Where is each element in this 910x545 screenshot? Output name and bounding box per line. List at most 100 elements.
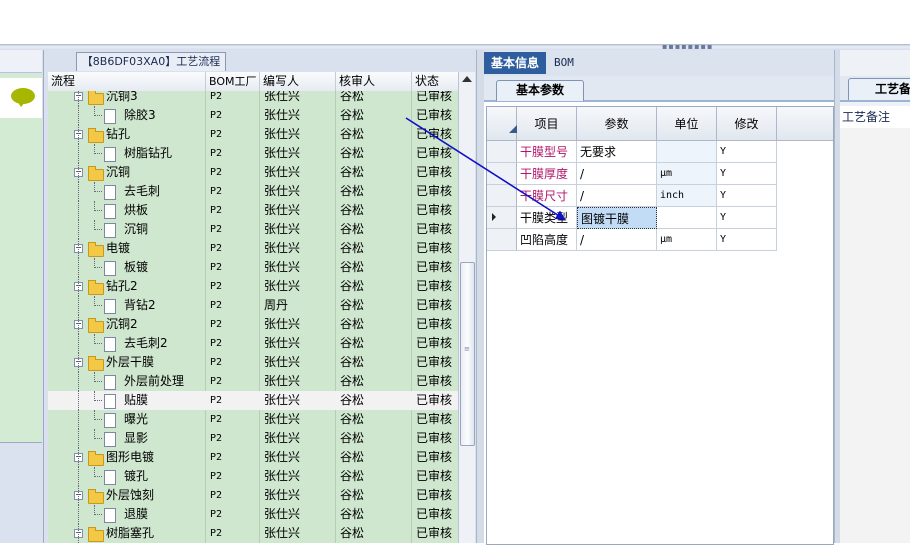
grid-row[interactable]: 干膜型号 无要求 Y: [487, 141, 833, 163]
tree-row[interactable]: 树脂钻孔 P2 张仕兴 谷松 已审核: [48, 144, 458, 163]
tree-node[interactable]: 镀孔: [48, 467, 205, 486]
row-header[interactable]: [487, 163, 517, 185]
grid-cell-item[interactable]: 干膜类型: [517, 207, 577, 229]
tree-node[interactable]: − 树脂塞孔: [48, 524, 205, 543]
tree-row[interactable]: − 钻孔 P2 张仕兴 谷松 已审核: [48, 125, 458, 144]
tree-node[interactable]: 背钻2: [48, 296, 205, 315]
grid-row[interactable]: 凹陷高度 / μm Y: [487, 229, 833, 251]
tree-node[interactable]: 曝光: [48, 410, 205, 429]
tree-node[interactable]: 退膜: [48, 505, 205, 524]
tree-node[interactable]: − 外层蚀刻: [48, 486, 205, 505]
tree-row[interactable]: − 沉铜2 P2 张仕兴 谷松 已审核: [48, 315, 458, 334]
tree-node[interactable]: − 钻孔2: [48, 277, 205, 296]
tree-row[interactable]: 板镀 P2 张仕兴 谷松 已审核: [48, 258, 458, 277]
scroll-thumb[interactable]: ≡: [460, 262, 475, 446]
tree-row[interactable]: 镀孔 P2 张仕兴 谷松 已审核: [48, 467, 458, 486]
row-header[interactable]: [487, 141, 517, 163]
grid-cell-modify[interactable]: Y: [717, 229, 777, 251]
row-header[interactable]: [487, 185, 517, 207]
tree-node[interactable]: 显影: [48, 429, 205, 448]
tree-node[interactable]: 沉铜: [48, 220, 205, 239]
tree-row[interactable]: − 图形电镀 P2 张仕兴 谷松 已审核: [48, 448, 458, 467]
tree-node[interactable]: − 沉铜3: [48, 91, 205, 106]
tree-scrollbar[interactable]: ≡: [458, 72, 475, 543]
splitter-grip-icon[interactable]: ▪▪▪▪▪▪▪▪: [662, 43, 712, 51]
tree-node[interactable]: 去毛刺2: [48, 334, 205, 353]
tree-row[interactable]: − 沉铜 P2 张仕兴 谷松 已审核: [48, 163, 458, 182]
grid-cell-value[interactable]: /: [577, 229, 657, 251]
tree-node[interactable]: 贴膜: [48, 391, 205, 410]
grid-cell-value[interactable]: /: [577, 185, 657, 207]
grid-header-unit[interactable]: 单位: [657, 107, 717, 141]
column-header-flow[interactable]: 流程: [48, 72, 206, 91]
tree-node[interactable]: − 沉铜2: [48, 315, 205, 334]
scroll-up-icon[interactable]: [462, 76, 472, 82]
tree-row[interactable]: 曝光 P2 张仕兴 谷松 已审核: [48, 410, 458, 429]
grid-cell-item[interactable]: 干膜尺寸: [517, 185, 577, 207]
grid-header-modify[interactable]: 修改: [717, 107, 777, 141]
tab-process-notes[interactable]: 工艺备: [848, 78, 910, 100]
grid-cell-value[interactable]: 图镀干膜: [577, 207, 657, 229]
tree-node[interactable]: 去毛刺: [48, 182, 205, 201]
tree-row[interactable]: − 外层蚀刻 P2 张仕兴 谷松 已审核: [48, 486, 458, 505]
tree-node[interactable]: 烘板: [48, 201, 205, 220]
tree-row[interactable]: − 树脂塞孔 P2 张仕兴 谷松 已审核: [48, 524, 458, 543]
tree-row[interactable]: 背钻2 P2 周丹 谷松 已审核: [48, 296, 458, 315]
tree-row[interactable]: 显影 P2 张仕兴 谷松 已审核: [48, 429, 458, 448]
tree-row[interactable]: 烘板 P2 张仕兴 谷松 已审核: [48, 201, 458, 220]
tree-node[interactable]: 板镀: [48, 258, 205, 277]
tab-basic-info[interactable]: 基本信息: [484, 52, 546, 74]
column-header-bom[interactable]: BOM工厂: [206, 72, 260, 91]
grid-cell-modify[interactable]: Y: [717, 185, 777, 207]
grid-cell-unit[interactable]: inch: [657, 185, 717, 207]
row-header[interactable]: [487, 207, 517, 229]
tree-node[interactable]: − 钻孔: [48, 125, 205, 144]
grid-row[interactable]: 干膜厚度 / μm Y: [487, 163, 833, 185]
tree-row[interactable]: 去毛刺2 P2 张仕兴 谷松 已审核: [48, 334, 458, 353]
grid-cell-unit[interactable]: [657, 207, 717, 229]
grid-cell-modify[interactable]: Y: [717, 207, 777, 229]
tree-cell-status: 已审核: [416, 279, 453, 293]
tree-row[interactable]: − 钻孔2 P2 张仕兴 谷松 已审核: [48, 277, 458, 296]
vertical-splitter-left[interactable]: [476, 50, 484, 543]
grid-header-param[interactable]: 参数: [577, 107, 657, 141]
tree-row[interactable]: 去毛刺 P2 张仕兴 谷松 已审核: [48, 182, 458, 201]
tree-row[interactable]: − 外层干膜 P2 张仕兴 谷松 已审核: [48, 353, 458, 372]
grid-row[interactable]: 干膜类型 图镀干膜 Y: [487, 207, 833, 229]
tree-row[interactable]: 沉铜 P2 张仕兴 谷松 已审核: [48, 220, 458, 239]
grid-cell-modify[interactable]: Y: [717, 163, 777, 185]
grid-cell-unit[interactable]: μm: [657, 229, 717, 251]
column-header-reviewer[interactable]: 核审人: [336, 72, 412, 91]
grid-row[interactable]: 干膜尺寸 / inch Y: [487, 185, 833, 207]
tree-row[interactable]: 贴膜 P2 张仕兴 谷松 已审核: [48, 391, 458, 410]
tree-row[interactable]: 除胶3 P2 张仕兴 谷松 已审核: [48, 106, 458, 125]
grid-cell-unit[interactable]: [657, 141, 717, 163]
grid-cell-modify[interactable]: Y: [717, 141, 777, 163]
grid-corner[interactable]: [487, 107, 517, 141]
grid-cell-item[interactable]: 干膜厚度: [517, 163, 577, 185]
tree-node[interactable]: − 外层干膜: [48, 353, 205, 372]
tree-node[interactable]: − 沉铜: [48, 163, 205, 182]
grid-cell-unit[interactable]: μm: [657, 163, 717, 185]
tree-node[interactable]: − 电镀: [48, 239, 205, 258]
tree-row[interactable]: 退膜 P2 张仕兴 谷松 已审核: [48, 505, 458, 524]
message-button[interactable]: [0, 78, 42, 118]
tree-row[interactable]: 外层前处理 P2 张仕兴 谷松 已审核: [48, 372, 458, 391]
tree-node[interactable]: − 图形电镀: [48, 448, 205, 467]
tree-node[interactable]: 除胶3: [48, 106, 205, 125]
row-header[interactable]: [487, 229, 517, 251]
grid-cell-value[interactable]: 无要求: [577, 141, 657, 163]
tree-node[interactable]: 外层前处理: [48, 372, 205, 391]
tree-row[interactable]: − 电镀 P2 张仕兴 谷松 已审核: [48, 239, 458, 258]
column-header-writer[interactable]: 编写人: [260, 72, 336, 91]
column-header-status[interactable]: 状态: [412, 72, 458, 91]
tab-bom[interactable]: BOM: [554, 52, 574, 74]
grid-cell-item[interactable]: 凹陷高度: [517, 229, 577, 251]
grid-cell-value[interactable]: /: [577, 163, 657, 185]
grid-cell-item[interactable]: 干膜型号: [517, 141, 577, 163]
tree-row[interactable]: − 沉铜3 P2 张仕兴 谷松 已审核: [48, 91, 458, 106]
tree-node[interactable]: 树脂钻孔: [48, 144, 205, 163]
tab-basic-params[interactable]: 基本参数: [496, 80, 584, 101]
process-tree-title[interactable]: 【8B6DF03XA0】工艺流程: [76, 52, 226, 71]
grid-header-item[interactable]: 项目: [517, 107, 577, 141]
